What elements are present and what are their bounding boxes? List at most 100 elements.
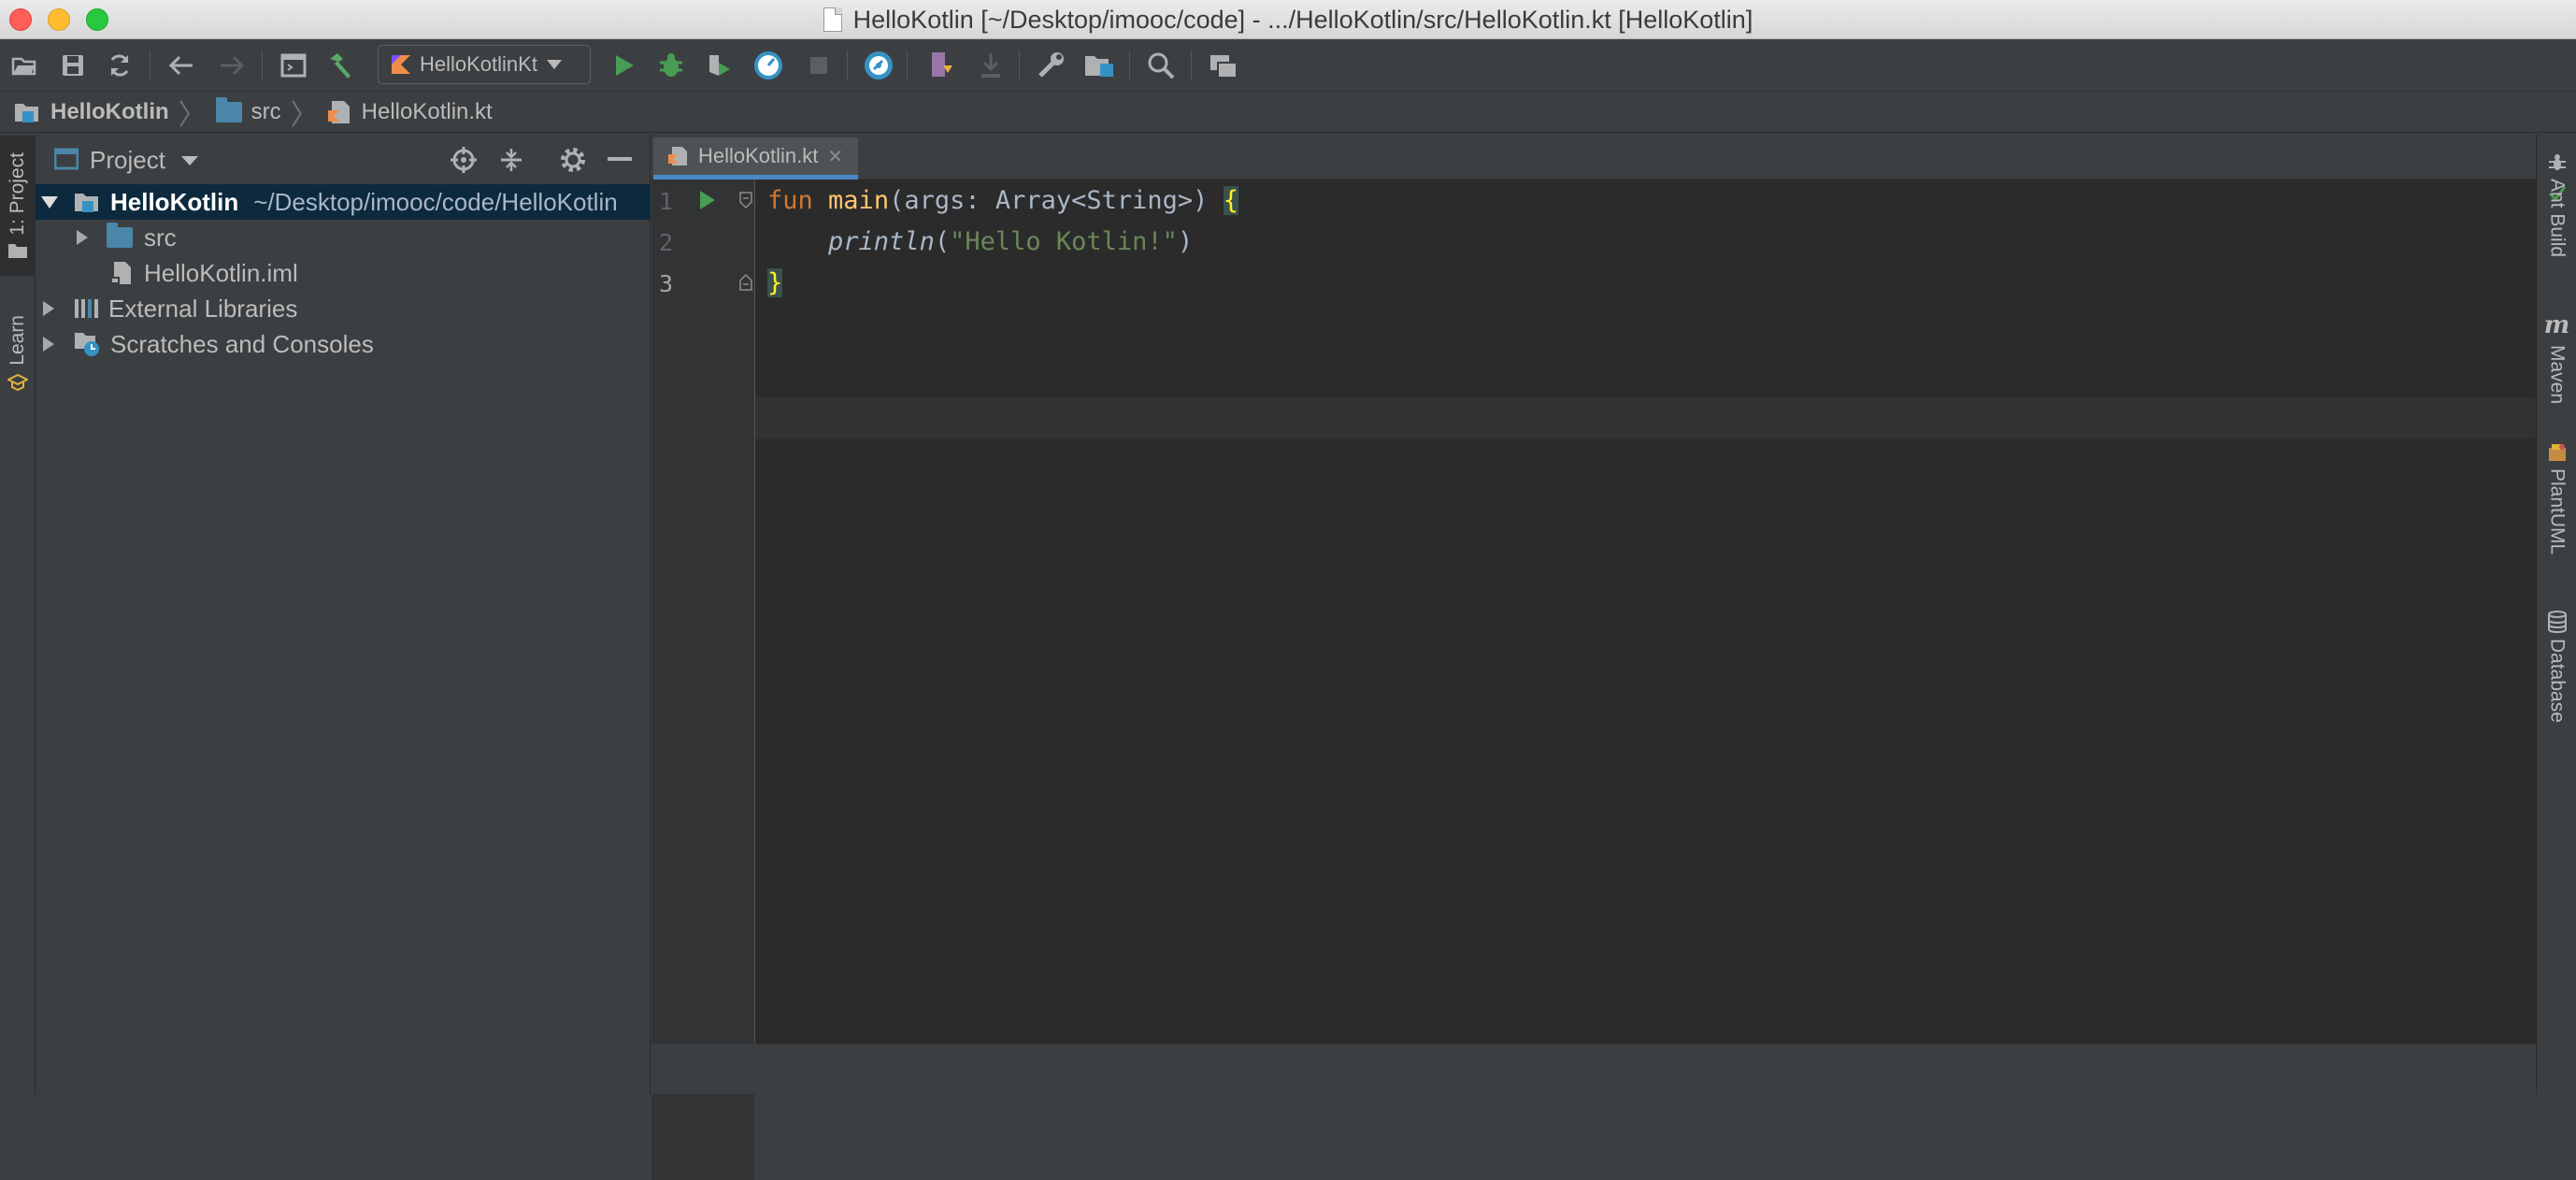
database-icon <box>2547 611 2567 633</box>
tree-item-label: src <box>144 223 177 252</box>
project-tree: HelloKotlin ~/Desktop/imooc/code/HelloKo… <box>36 184 651 362</box>
breadcrumb: HelloKotlin 〉 src 〉 HelloKotlin.kt <box>0 92 2576 133</box>
collapse-all-icon[interactable] <box>499 147 523 173</box>
tool-window-label: Learn <box>7 315 28 366</box>
breadcrumb-file[interactable]: HelloKotlin.kt <box>327 99 493 125</box>
maven-icon: m <box>2543 311 2570 339</box>
tree-item-label: Scratches and Consoles <box>110 329 374 358</box>
help-search-icon[interactable] <box>862 49 895 82</box>
code-line[interactable]: fun main (args: Array<String>) { <box>767 180 1238 221</box>
keyword-token: fun <box>767 185 813 215</box>
editor-tab-label: HelloKotlin.kt <box>698 144 819 167</box>
back-icon[interactable] <box>165 49 198 82</box>
project-tool-window: Project HelloKotlin ~/Desktop/imooc/code… <box>36 134 651 1094</box>
main-toolbar: HelloKotlinKt <box>0 39 2576 92</box>
project-panel-header: Project <box>36 134 651 184</box>
code-line[interactable]: println("Hello Kotlin!") <box>767 221 1193 262</box>
run-gutter-icon[interactable] <box>698 189 717 211</box>
editor-area: HelloKotlin.kt ✕ 1 2 3 fun main (args: Ar… <box>651 134 2536 1180</box>
settings-wrench-icon[interactable] <box>1034 49 1067 82</box>
code-line[interactable]: } <box>767 262 783 303</box>
string-literal-token: "Hello Kotlin!" <box>950 226 1178 256</box>
sync-icon[interactable] <box>103 49 136 82</box>
breadcrumb-project[interactable]: HelloKotlin <box>13 99 169 125</box>
tree-item-project-root[interactable]: HelloKotlin ~/Desktop/imooc/code/HelloKo… <box>36 184 651 220</box>
search-icon[interactable] <box>1144 49 1178 82</box>
fold-marker-icon[interactable] <box>739 274 752 291</box>
vcs-update-icon[interactable] <box>925 49 959 82</box>
caret-row-highlight <box>755 397 2536 439</box>
scratches-icon <box>75 333 99 356</box>
editor-bottom-bar <box>651 1043 2536 1094</box>
folder-icon <box>107 223 133 248</box>
tool-window-label: Database <box>2546 639 2569 723</box>
ant-icon <box>2548 154 2566 170</box>
collapsed-arrow-icon[interactable] <box>43 301 54 316</box>
vcs-commit-icon[interactable] <box>974 49 1008 82</box>
tree-item-scratches[interactable]: Scratches and Consoles <box>36 326 651 362</box>
line-number: 2 <box>659 229 674 256</box>
window-title: HelloKotlin [~/Desktop/imooc/code] - ...… <box>852 5 1753 34</box>
tool-window-plantuml-tab[interactable]: PlantUML <box>2537 442 2576 554</box>
plantuml-icon <box>2548 444 2566 461</box>
project-folder-icon <box>15 103 38 122</box>
line-number: 3 <box>659 270 674 297</box>
tool-window-database-tab[interactable]: Database <box>2537 611 2576 723</box>
library-icon <box>75 299 98 318</box>
terminal-icon[interactable] <box>277 49 310 82</box>
line-number: 1 <box>659 188 674 215</box>
collapsed-arrow-icon[interactable] <box>77 230 88 245</box>
tool-window-learn-tab[interactable]: Learn <box>0 302 36 405</box>
kotlin-file-icon <box>327 100 350 123</box>
module-file-icon <box>110 262 131 284</box>
run-configuration-label: HelloKotlinKt <box>420 52 537 76</box>
kotlin-file-icon <box>668 147 687 165</box>
project-structure-icon[interactable] <box>1082 49 1116 82</box>
function-call-token: println <box>828 226 935 256</box>
forward-icon[interactable] <box>215 49 249 82</box>
tool-window-maven-tab[interactable]: m Maven <box>2537 311 2576 404</box>
minimize-icon[interactable] <box>608 157 632 163</box>
locate-file-icon[interactable] <box>451 147 477 173</box>
stop-icon[interactable] <box>802 49 836 82</box>
open-folder-icon[interactable] <box>7 49 41 82</box>
close-icon[interactable]: ✕ <box>827 145 843 168</box>
editor-tab-hellokotlin[interactable]: HelloKotlin.kt ✕ <box>653 137 859 180</box>
tool-window-ant-build-tab[interactable]: Ant Build <box>2537 152 2576 257</box>
project-view-title[interactable]: Project <box>90 146 165 175</box>
chevron-down-icon[interactable] <box>181 156 198 165</box>
fold-marker-icon[interactable] <box>739 192 752 209</box>
tool-window-project-tab[interactable]: 1: Project <box>0 136 36 276</box>
tree-item-src[interactable]: src <box>36 220 651 255</box>
document-icon <box>823 7 842 32</box>
expanded-arrow-icon[interactable] <box>41 195 58 209</box>
tool-window-label: PlantUML <box>2546 468 2569 555</box>
tool-window-label: Maven <box>2546 345 2569 405</box>
tree-item-label: External Libraries <box>108 294 298 323</box>
debug-icon[interactable] <box>654 49 688 82</box>
sdk-manager-icon[interactable] <box>1208 49 1241 82</box>
breadcrumb-src[interactable]: src <box>215 96 281 125</box>
coverage-icon[interactable] <box>703 49 737 82</box>
matched-brace: } <box>767 267 783 297</box>
chevron-down-icon <box>546 60 562 69</box>
run-configuration-select[interactable]: HelloKotlinKt <box>378 45 591 84</box>
run-icon[interactable] <box>608 49 641 82</box>
tree-item-path: ~/Desktop/imooc/code/HelloKotlin <box>253 187 618 216</box>
gear-icon[interactable] <box>559 146 587 174</box>
right-tool-stripe: Ant Build m Maven PlantUML Database <box>2536 134 2576 1094</box>
tree-item-label: HelloKotlin <box>110 187 239 216</box>
editor-tab-bar: HelloKotlin.kt ✕ <box>651 134 2536 180</box>
build-hammer-icon[interactable] <box>323 49 357 82</box>
tree-item-label: HelloKotlin.iml <box>144 258 298 287</box>
folder-icon <box>8 244 27 259</box>
tree-item-external-libraries[interactable]: External Libraries <box>36 291 651 326</box>
matched-brace: { <box>1223 185 1238 215</box>
tree-item-iml[interactable]: HelloKotlin.iml <box>36 255 651 291</box>
title-bar: HelloKotlin [~/Desktop/imooc/code] - ...… <box>0 0 2576 39</box>
graduation-cap-icon <box>7 373 28 391</box>
save-icon[interactable] <box>56 49 90 82</box>
collapsed-arrow-icon[interactable] <box>43 337 54 352</box>
profile-icon[interactable] <box>751 49 785 82</box>
kotlin-icon <box>392 55 410 74</box>
